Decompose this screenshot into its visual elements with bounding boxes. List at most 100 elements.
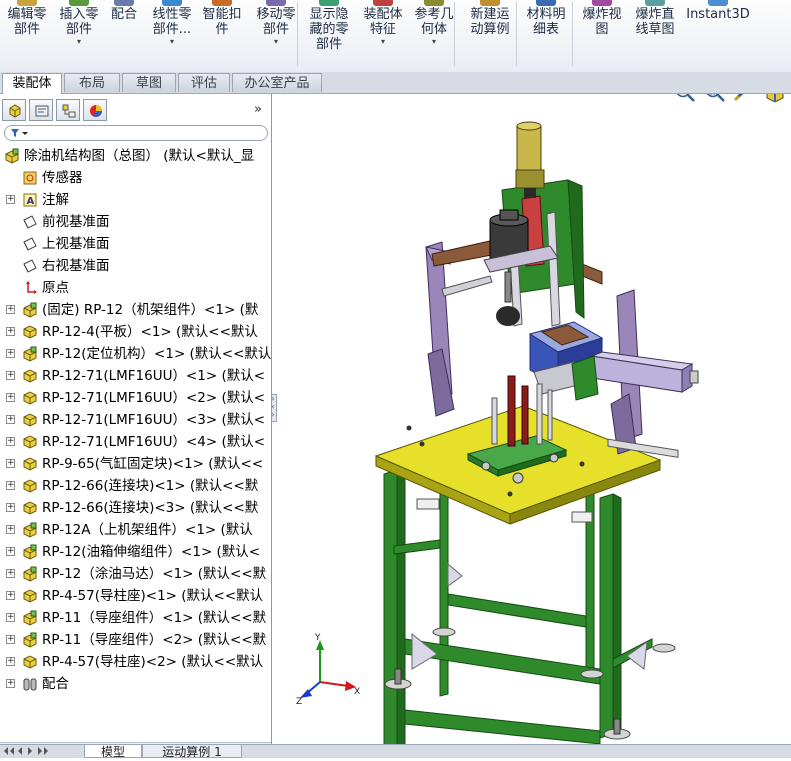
expand-toggle-icon[interactable]: + [6, 547, 15, 556]
ribbon-button-12[interactable]: 爆炸直 线草图 [628, 0, 682, 68]
expand-toggle-icon[interactable]: + [6, 371, 15, 380]
dropdown-arrow-icon[interactable]: ▾ [409, 37, 459, 47]
tree-item[interactable]: + RP-12（涂油马达）<1> (默认<<默 [0, 563, 271, 585]
property-manager-tab[interactable] [29, 99, 53, 121]
tab-scroll-arrows[interactable] [2, 746, 82, 757]
tree-item-label: RP-12（涂油马达）<1> (默认<<默 [42, 566, 267, 582]
tree-item[interactable]: + RP-12-71(LMF16UU）<2> (默认< [0, 387, 271, 409]
expand-toggle-icon[interactable]: + [6, 305, 15, 314]
expand-toggle-icon[interactable]: + [6, 393, 15, 402]
tree-item-label: 前视基准面 [42, 214, 110, 230]
tree-item[interactable]: + RP-12-71(LMF16UU）<3> (默认< [0, 409, 271, 431]
display-manager-icon [90, 105, 102, 117]
expand-toggle-icon[interactable]: + [6, 591, 15, 600]
plane-icon [22, 236, 38, 252]
configuration-manager-tab[interactable] [56, 99, 80, 121]
ribbon-button-7[interactable]: 装配体 特征 ▾ [356, 0, 410, 68]
ribbon-button-label: 显示隐 藏的零 部件 [309, 7, 349, 52]
ribbon-button-11[interactable]: 爆炸视 图 [577, 0, 627, 68]
machine-3d-model[interactable]: Y X Z [272, 94, 791, 744]
tree-item[interactable]: + RP-11（导座组件）<2> (默认<<默 [0, 629, 271, 651]
tree-item[interactable]: + (固定) RP-12（机架组件）<1> (默 [0, 299, 271, 321]
panel-more-icon[interactable]: » [254, 102, 262, 117]
ribbon-button-4[interactable]: 智能扣 件 [198, 0, 246, 68]
tree-item[interactable]: + RP-12-66(连接块)<3> (默认<<默 [0, 497, 271, 519]
expand-toggle-icon[interactable]: + [6, 349, 15, 358]
tree-item[interactable]: + RP-11（导座组件）<1> (默认<<默 [0, 607, 271, 629]
tree-item-label: 配合 [42, 676, 69, 692]
tab-model[interactable]: 模型 [84, 745, 142, 758]
annotation-icon: A [22, 192, 38, 208]
expand-toggle-icon[interactable]: + [6, 415, 15, 424]
tab-4[interactable]: 办公室产品 [232, 73, 322, 92]
tab-3[interactable]: 评估 [178, 73, 230, 92]
expand-toggle-icon[interactable]: + [6, 459, 15, 468]
expand-toggle-icon[interactable]: + [6, 679, 15, 688]
part-icon [22, 456, 38, 472]
tree-item[interactable]: + RP-4-57(导柱座)<1> (默认<<默认 [0, 585, 271, 607]
tree-item[interactable]: + RP-12-71(LMF16UU）<4> (默认< [0, 431, 271, 453]
dropdown-arrow-icon[interactable]: ▾ [52, 37, 106, 47]
feature-tree-filter[interactable] [4, 125, 268, 141]
expand-toggle-icon[interactable]: + [6, 569, 15, 578]
ribbon-button-1[interactable]: 插入零 部件 ▾ [52, 0, 106, 68]
ribbon-button-label: 线性零 部件... [152, 7, 192, 37]
explode-line-sketch-icon [645, 0, 665, 6]
tree-item[interactable]: + RP-12(油箱伸缩组件）<1> (默认< [0, 541, 271, 563]
part-icon [22, 588, 38, 604]
expand-toggle-icon[interactable]: + [6, 327, 15, 336]
tab-2[interactable]: 草图 [122, 73, 176, 92]
tree-item[interactable]: + RP-12-71(LMF16UU）<1> (默认< [0, 365, 271, 387]
ribbon-button-3[interactable]: 线性零 部件... ▾ [145, 0, 199, 68]
ribbon-button-10[interactable]: 材料明 细表 [519, 0, 573, 68]
display-manager-tab[interactable] [83, 99, 107, 121]
dropdown-arrow-icon[interactable]: ▾ [145, 37, 199, 47]
tree-item[interactable]: + RP-4-57(导柱座)<2> (默认<<默认 [0, 651, 271, 673]
triad-y-label: Y [314, 633, 321, 643]
tree-item[interactable]: 传感器 [0, 167, 271, 189]
tree-item[interactable]: 原点 [0, 277, 271, 299]
expand-toggle-icon[interactable]: + [6, 503, 15, 512]
expand-toggle-icon[interactable]: + [6, 635, 15, 644]
ribbon-button-5[interactable]: 移动零 部件 ▾ [248, 0, 304, 68]
subassembly-icon [22, 302, 38, 318]
expand-toggle-icon[interactable]: + [6, 481, 15, 490]
tab-1[interactable]: 布局 [64, 73, 120, 92]
ribbon-separator [297, 2, 298, 66]
tree-item[interactable]: 前视基准面 [0, 211, 271, 233]
tree-item[interactable]: + RP-12A（上机架组件）<1> (默认 [0, 519, 271, 541]
tab-0[interactable]: 装配体 [2, 73, 62, 94]
tree-item[interactable]: + A 注解 [0, 189, 271, 211]
expand-toggle-icon[interactable]: + [6, 525, 15, 534]
dropdown-arrow-icon[interactable]: ▾ [248, 37, 304, 47]
ribbon-button-9[interactable]: 新建运 动算例 [462, 0, 518, 68]
graphics-area[interactable]: ›‹› [272, 94, 791, 744]
show-hidden-icon [319, 0, 339, 6]
part-icon [22, 500, 38, 516]
tree-item[interactable]: 除油机结构图（总图） (默认<默认_显 [0, 145, 271, 167]
expand-toggle-icon[interactable]: + [6, 657, 15, 666]
tree-item[interactable]: + RP-12-66(连接块)<1> (默认<<默 [0, 475, 271, 497]
dropdown-arrow-icon[interactable]: ▾ [356, 37, 410, 47]
ribbon-button-13[interactable]: Instant3D [682, 0, 754, 68]
ribbon-button-6[interactable]: 显示隐 藏的零 部件 [304, 0, 354, 68]
feature-manager-tab[interactable] [2, 99, 26, 121]
ribbon-separator [572, 2, 573, 66]
command-manager-ribbon: 编辑零 部件 插入零 部件 ▾ 配合 线性零 部件... ▾ 智能扣 件移动零 部件 ▾ 显示隐… [0, 0, 791, 73]
edit-component-icon [17, 0, 37, 6]
tree-item[interactable]: + RP-12(定位机构）<1> (默认<<默认 [0, 343, 271, 365]
expand-toggle-icon[interactable]: + [6, 437, 15, 446]
ribbon-button-8[interactable]: 参考几 何体 ▾ [409, 0, 459, 68]
tree-item[interactable]: 右视基准面 [0, 255, 271, 277]
ribbon-button-2[interactable]: 配合 [104, 0, 144, 68]
tree-item-label: RP-12-71(LMF16UU）<4> (默认< [42, 434, 266, 450]
tab-motion-study-1[interactable]: 运动算例 1 [142, 745, 242, 758]
expand-toggle-icon[interactable]: + [6, 613, 15, 622]
tree-item[interactable]: + RP-9-65(气缸固定块)<1> (默认<< [0, 453, 271, 475]
expand-toggle-icon[interactable]: + [6, 195, 15, 204]
filter-icon [11, 129, 28, 137]
tree-item[interactable]: + RP-12-4(平板）<1> (默认<<默认 [0, 321, 271, 343]
tree-item[interactable]: + 配合 [0, 673, 271, 695]
ribbon-button-0[interactable]: 编辑零 部件 [0, 0, 54, 68]
tree-item[interactable]: 上视基准面 [0, 233, 271, 255]
